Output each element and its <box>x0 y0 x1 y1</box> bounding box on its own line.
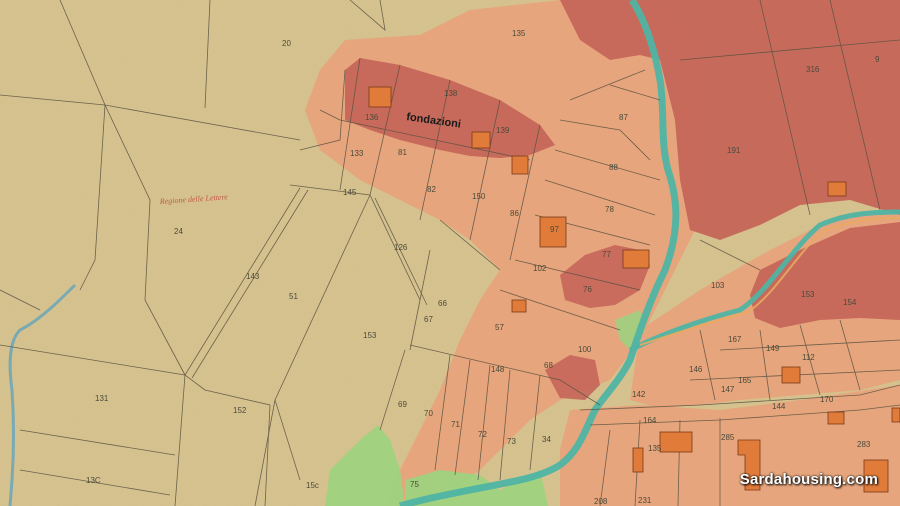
parcel-label: 143 <box>246 272 260 281</box>
parcel-label: 152 <box>233 406 247 415</box>
parcel-label: 231 <box>638 496 652 505</box>
parcel-label: 144 <box>772 402 786 411</box>
building <box>511 155 529 175</box>
parcel-label: 285 <box>721 433 735 442</box>
parcel-label: 149 <box>766 344 780 353</box>
parcel-label: 67 <box>424 315 433 324</box>
building <box>368 86 392 108</box>
parcel-label: 77 <box>602 250 611 259</box>
parcel-label: 73 <box>507 437 516 446</box>
parcel-label: 191 <box>727 146 741 155</box>
parcel-label: 208 <box>594 497 608 506</box>
parcel-label: 138 <box>444 89 458 98</box>
parcel-label: 86 <box>510 209 519 218</box>
parcel-label: 154 <box>843 298 857 307</box>
cadastral-map: 20 135 136 138 139 133 81 82 145 24 143 … <box>0 0 900 506</box>
building <box>471 131 491 149</box>
map-canvas: 20 135 136 138 139 133 81 82 145 24 143 … <box>0 0 900 506</box>
parcel-label: 97 <box>550 225 559 234</box>
parcel-label: 20 <box>282 39 291 48</box>
parcel-label: 81 <box>398 148 407 157</box>
parcel-label: 135 <box>512 29 526 38</box>
parcel-label: 87 <box>619 113 628 122</box>
parcel-label: 103 <box>711 281 725 290</box>
building <box>827 181 847 197</box>
parcel-label: 100 <box>578 345 592 354</box>
parcel-label: 78 <box>605 205 614 214</box>
parcel-label: 75 <box>410 480 419 489</box>
parcel-label: 135 <box>648 444 662 453</box>
parcel-label: 72 <box>478 430 487 439</box>
parcel-label: 133 <box>350 149 364 158</box>
parcel-label: 283 <box>857 440 871 449</box>
parcel-label: 142 <box>632 390 646 399</box>
parcel-label: 76 <box>583 285 592 294</box>
parcel-label: 150 <box>472 192 486 201</box>
building <box>511 299 527 313</box>
parcel-label: 126 <box>394 243 408 252</box>
parcel-label: 9 <box>875 55 880 64</box>
parcel-label: 51 <box>289 292 298 301</box>
parcel-label: 131 <box>95 394 109 403</box>
parcel-label: 316 <box>806 65 820 74</box>
parcel-label: 153 <box>363 331 377 340</box>
building <box>891 407 900 423</box>
parcel-label: 112 <box>802 353 815 362</box>
parcel-label: 146 <box>689 365 703 374</box>
watermark: Sardahousing.com <box>739 471 878 488</box>
parcel-label: 147 <box>721 385 735 394</box>
parcel-label: 82 <box>427 185 436 194</box>
parcel-label: 164 <box>643 416 657 425</box>
parcel-label: 165 <box>738 376 752 385</box>
parcel-label: 71 <box>451 420 460 429</box>
parcel-label: 24 <box>174 227 183 236</box>
parcel-label: 15c <box>306 481 319 490</box>
parcel-label: 70 <box>424 409 433 418</box>
building <box>659 431 693 453</box>
building <box>781 366 801 384</box>
parcel-label: 34 <box>542 435 551 444</box>
parcel-label: 68 <box>544 361 553 370</box>
parcel-label: 66 <box>438 299 447 308</box>
parcel-label: 148 <box>491 365 505 374</box>
parcel-label: 13C <box>86 476 101 485</box>
parcel-label: 139 <box>496 126 510 135</box>
parcel-label: 69 <box>398 400 407 409</box>
parcel-label: 102 <box>533 264 547 273</box>
parcel-label: 145 <box>343 188 357 197</box>
building <box>622 249 650 269</box>
parcel-label: 57 <box>495 323 504 332</box>
parcel-label: 167 <box>728 335 742 344</box>
parcel-label: 170 <box>820 395 834 404</box>
building <box>827 411 845 425</box>
parcel-label: 136 <box>365 113 379 122</box>
parcel-label: 88 <box>609 163 618 172</box>
parcel-label: 153 <box>801 290 815 299</box>
building <box>632 447 644 473</box>
